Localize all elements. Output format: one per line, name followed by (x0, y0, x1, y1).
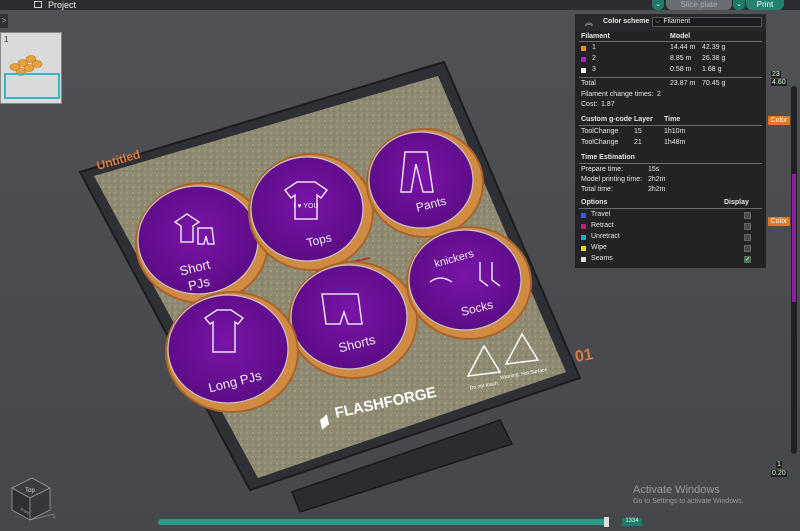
cost-value: 1.87 (601, 101, 615, 108)
total-length: 23.87 m (670, 80, 696, 87)
display-header: Display (724, 199, 749, 206)
gcode-row-1-time: 1h10m (664, 128, 686, 135)
gcode-stats-panel: ︽ Color scheme ⌵ Filament Filament Model … (575, 14, 766, 268)
filament-3-weight: 1.68 g (702, 66, 722, 73)
slider-bottom-layer-value: 1 (776, 461, 782, 468)
option-travel-label: Travel (591, 211, 611, 218)
move-slider-track[interactable] (158, 519, 608, 525)
color-change-tag-lower[interactable]: Color (768, 217, 790, 226)
chevron-down-icon: ⌵ (655, 18, 661, 25)
custom-gcode-header: Custom g-code (581, 116, 632, 123)
gcode-row-1-name: ToolChange (581, 128, 619, 135)
time-header: Time (664, 116, 681, 123)
filament-change-value: 2 (657, 91, 661, 98)
filament-2-length: 8.85 m (670, 55, 692, 62)
color-change-tag-upper[interactable]: Color (768, 116, 790, 125)
layer-slider[interactable] (791, 86, 797, 454)
filament-3-swatch (581, 68, 586, 73)
color-scheme-select[interactable]: ⌵ Filament (652, 17, 762, 27)
color-scheme-label: Color scheme (603, 18, 650, 25)
prepare-time-label: Prepare time: (581, 166, 624, 173)
filament-3-id: 3 (592, 66, 596, 73)
gcode-row-2-name: ToolChange (581, 139, 619, 146)
wipe-display-checkbox[interactable] (744, 245, 751, 252)
retract-display-checkbox[interactable] (744, 223, 751, 230)
coaster-short-pjs: Short PJs (135, 182, 269, 304)
model-header: Model (670, 33, 691, 40)
coaster-pants: Pants (366, 128, 484, 238)
travel-swatch (581, 213, 586, 218)
nav-cube-icon: Top Front X (11, 477, 56, 521)
gcode-row-2-layer: 21 (634, 139, 642, 146)
option-seams-label: Seams (591, 255, 613, 262)
filament-1-id: 1 (592, 44, 596, 51)
filament-header: Filament (581, 33, 610, 40)
time-estimation-header: Time Estimation (581, 154, 635, 161)
svg-text:Top: Top (25, 488, 35, 494)
option-wipe-label: Wipe (591, 244, 607, 251)
plate-number-label: 01 (574, 346, 595, 366)
retract-swatch (581, 224, 586, 229)
slider-bottom-height-value: 0.20 (771, 470, 787, 477)
coaster-long-pjs: Long PJs (165, 291, 299, 413)
move-slider-handle[interactable] (604, 517, 609, 527)
collapse-panel-icon[interactable]: ︽ (585, 17, 593, 28)
wipe-swatch (581, 246, 586, 251)
coaster-shorts: Shorts (288, 261, 418, 379)
activate-windows-watermark: Activate Windows Go to Settings to activ… (633, 484, 744, 505)
options-header: Options (581, 199, 608, 206)
gcode-row-2-time: 1h48m (664, 139, 686, 146)
layer-header: Layer (634, 116, 653, 123)
filament-2-id: 2 (592, 55, 596, 62)
model-time-label: Model printing time: (581, 176, 643, 183)
filament-3-length: 0.58 m (670, 66, 692, 73)
move-slider-value: 1334 (622, 518, 642, 526)
filament-1-length: 14.44 m (670, 44, 696, 51)
travel-display-checkbox[interactable] (744, 212, 751, 219)
slider-top-height-value: 4.60 (771, 79, 787, 86)
coaster-knickers-socks: knickers Socks (406, 226, 532, 340)
option-retract-label: Retract (591, 222, 614, 229)
seams-display-checkbox[interactable]: ✓ (744, 256, 751, 263)
coaster-tops: I ♥ YOU Tops (248, 153, 374, 271)
filament-1-weight: 42.39 g (702, 44, 726, 51)
filament-2-swatch (581, 57, 586, 62)
filament-1-swatch (581, 46, 586, 51)
svg-text:I ♥ YOU: I ♥ YOU (293, 203, 318, 210)
unretract-display-checkbox[interactable] (744, 234, 751, 241)
total-time-value: 2h2m (648, 186, 666, 193)
prepare-time-value: 15s (648, 166, 660, 173)
gcode-row-1-layer: 15 (634, 128, 642, 135)
panel-header: ︽ Color scheme ⌵ Filament (575, 14, 766, 31)
view-navigation-cube[interactable]: Top Front X (6, 474, 56, 526)
seams-swatch (581, 257, 586, 262)
unretract-swatch (581, 235, 586, 240)
cost-label: Cost: (581, 101, 598, 108)
total-label: Total (581, 80, 596, 87)
svg-text:X: X (53, 514, 56, 519)
total-weight: 70.45 g (702, 80, 726, 87)
total-time-label: Total time: (581, 186, 613, 193)
option-unretract-label: Unretract (591, 233, 620, 240)
filament-2-weight: 26.38 g (702, 55, 726, 62)
slider-top-layer-value: 23 (771, 71, 781, 78)
filament-change-label: Filament change times: (581, 91, 654, 98)
model-time-value: 2h2m (648, 176, 666, 183)
layer-slider-color-range (792, 174, 796, 302)
